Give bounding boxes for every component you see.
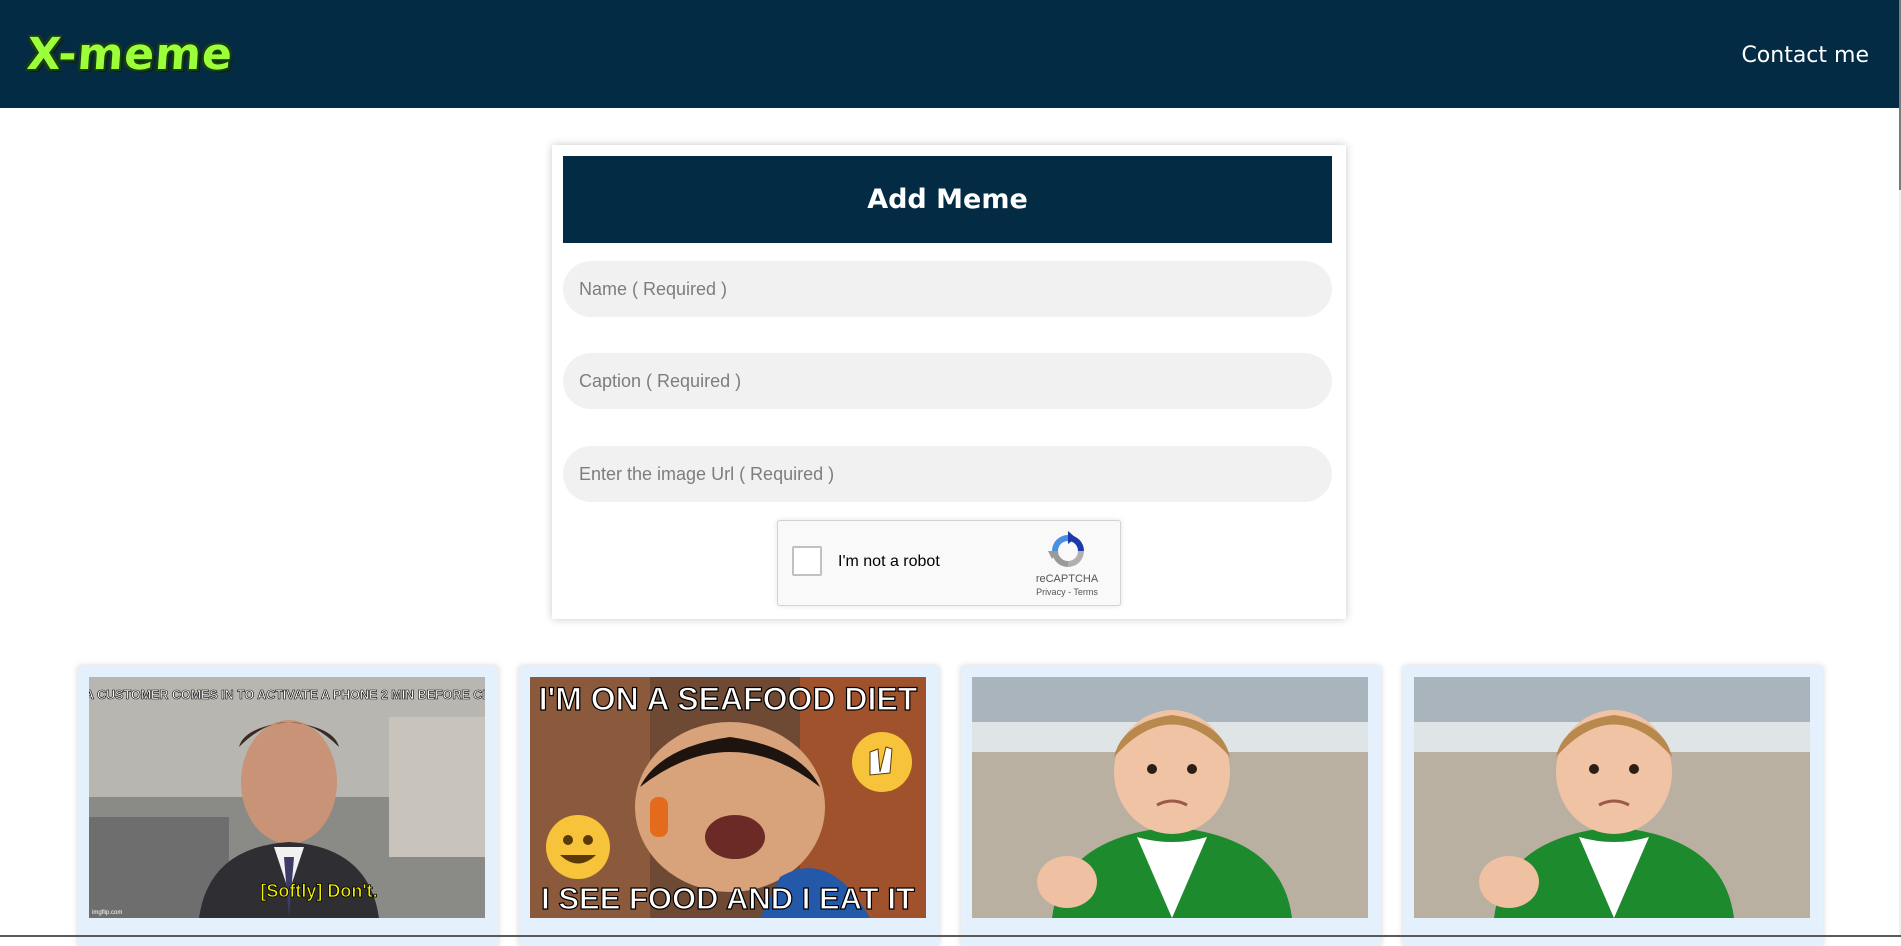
recaptcha-privacy-link[interactable]: Privacy — [1036, 587, 1066, 597]
recaptcha-widget: I'm not a robot reCAPTCHA Privacy - Term… — [777, 520, 1121, 606]
contact-link[interactable]: Contact me — [1741, 43, 1869, 68]
meme-top-text: WHEN A CUSTOMER COMES IN TO ACTIVATE A P… — [89, 688, 485, 702]
name-input[interactable] — [563, 261, 1332, 317]
meme-watermark: imgflip.com — [92, 910, 122, 916]
meme-card[interactable] — [1403, 666, 1823, 946]
meme-top-text: I'M ON A SEAFOOD DIET — [539, 681, 918, 717]
add-meme-form: Add Meme I'm not a robot reCAPTCHA Priva… — [552, 145, 1346, 619]
meme-image[interactable]: I'M ON A SEAFOOD DIET I SEE FOOD AND I E… — [530, 677, 926, 918]
meme-image[interactable] — [972, 677, 1368, 918]
meme-card[interactable] — [961, 666, 1381, 946]
meme-card[interactable]: WHEN A CUSTOMER COMES IN TO ACTIVATE A P… — [78, 666, 498, 946]
recaptcha-label: I'm not a robot — [838, 553, 940, 570]
meme-bottom-text: [Softly] Don't. — [260, 881, 377, 901]
recaptcha-checkbox[interactable] — [792, 546, 822, 576]
recaptcha-links: Privacy - Terms — [1022, 587, 1112, 597]
recaptcha-logo-icon — [1048, 531, 1084, 567]
brand-logo[interactable]: X-meme — [25, 29, 235, 80]
recaptcha-terms-link[interactable]: Terms — [1073, 587, 1098, 597]
meme-image[interactable]: WHEN A CUSTOMER COMES IN TO ACTIVATE A P… — [89, 677, 485, 918]
caption-input[interactable] — [563, 353, 1332, 409]
meme-bottom-text: I SEE FOOD AND I EAT IT — [541, 881, 915, 916]
image-url-input[interactable] — [563, 446, 1332, 502]
meme-card[interactable]: I'M ON A SEAFOOD DIET I SEE FOOD AND I E… — [519, 666, 939, 946]
recaptcha-brand: reCAPTCHA — [1035, 573, 1099, 585]
navbar: X-meme Contact me — [0, 0, 1899, 108]
meme-image[interactable] — [1414, 677, 1810, 918]
form-title: Add Meme — [563, 156, 1332, 243]
